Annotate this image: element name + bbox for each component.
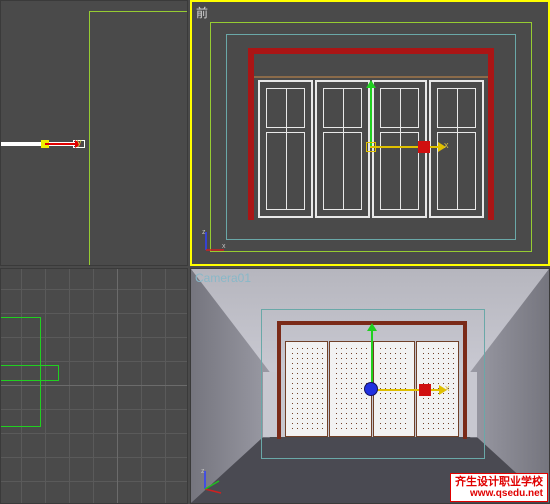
gizmo-x-handle[interactable]: [419, 384, 431, 396]
viewport-quad: y 前 x z x: [0, 0, 550, 504]
gizmo-x-handle[interactable]: [418, 141, 430, 153]
axis-x-label: x: [222, 243, 226, 250]
door-panel[interactable]: [315, 80, 370, 218]
axis-tripod-icon: z: [199, 465, 229, 495]
viewport-top[interactable]: [0, 268, 188, 504]
axis-z-label: z: [201, 468, 205, 475]
axis-tripod-icon: z x: [200, 226, 230, 256]
gizmo-y-axis[interactable]: [370, 86, 372, 146]
viewport-label: Camera01: [195, 271, 251, 285]
transom: [254, 54, 488, 78]
gizmo-y-label: y: [77, 137, 82, 147]
watermark-line2: www.qsedu.net: [455, 488, 543, 499]
gizmo-x-label: x: [444, 140, 449, 150]
axis-z-label: z: [202, 229, 206, 236]
gizmo-x-axis[interactable]: [45, 143, 77, 145]
selected-object[interactable]: y: [1, 139, 91, 149]
door-panel[interactable]: [285, 341, 328, 437]
door-panel[interactable]: [258, 80, 313, 218]
watermark-line1: 齐生设计职业学校: [455, 476, 543, 488]
watermark: 齐生设计职业学校 www.qsedu.net: [450, 473, 548, 502]
viewport-label: 前: [196, 4, 208, 21]
viewport-camera[interactable]: Camera01 x z: [190, 268, 550, 504]
gizmo-plane-handle[interactable]: [366, 142, 376, 152]
viewport-front[interactable]: 前 x z x: [190, 0, 550, 266]
wireframe-object[interactable]: [0, 365, 59, 381]
gizmo-y-axis[interactable]: [371, 329, 373, 389]
viewport-top-left[interactable]: y: [0, 0, 188, 266]
gizmo-origin[interactable]: [364, 382, 378, 396]
gizmo-x-label: x: [445, 383, 450, 393]
safe-frame: [89, 11, 188, 266]
